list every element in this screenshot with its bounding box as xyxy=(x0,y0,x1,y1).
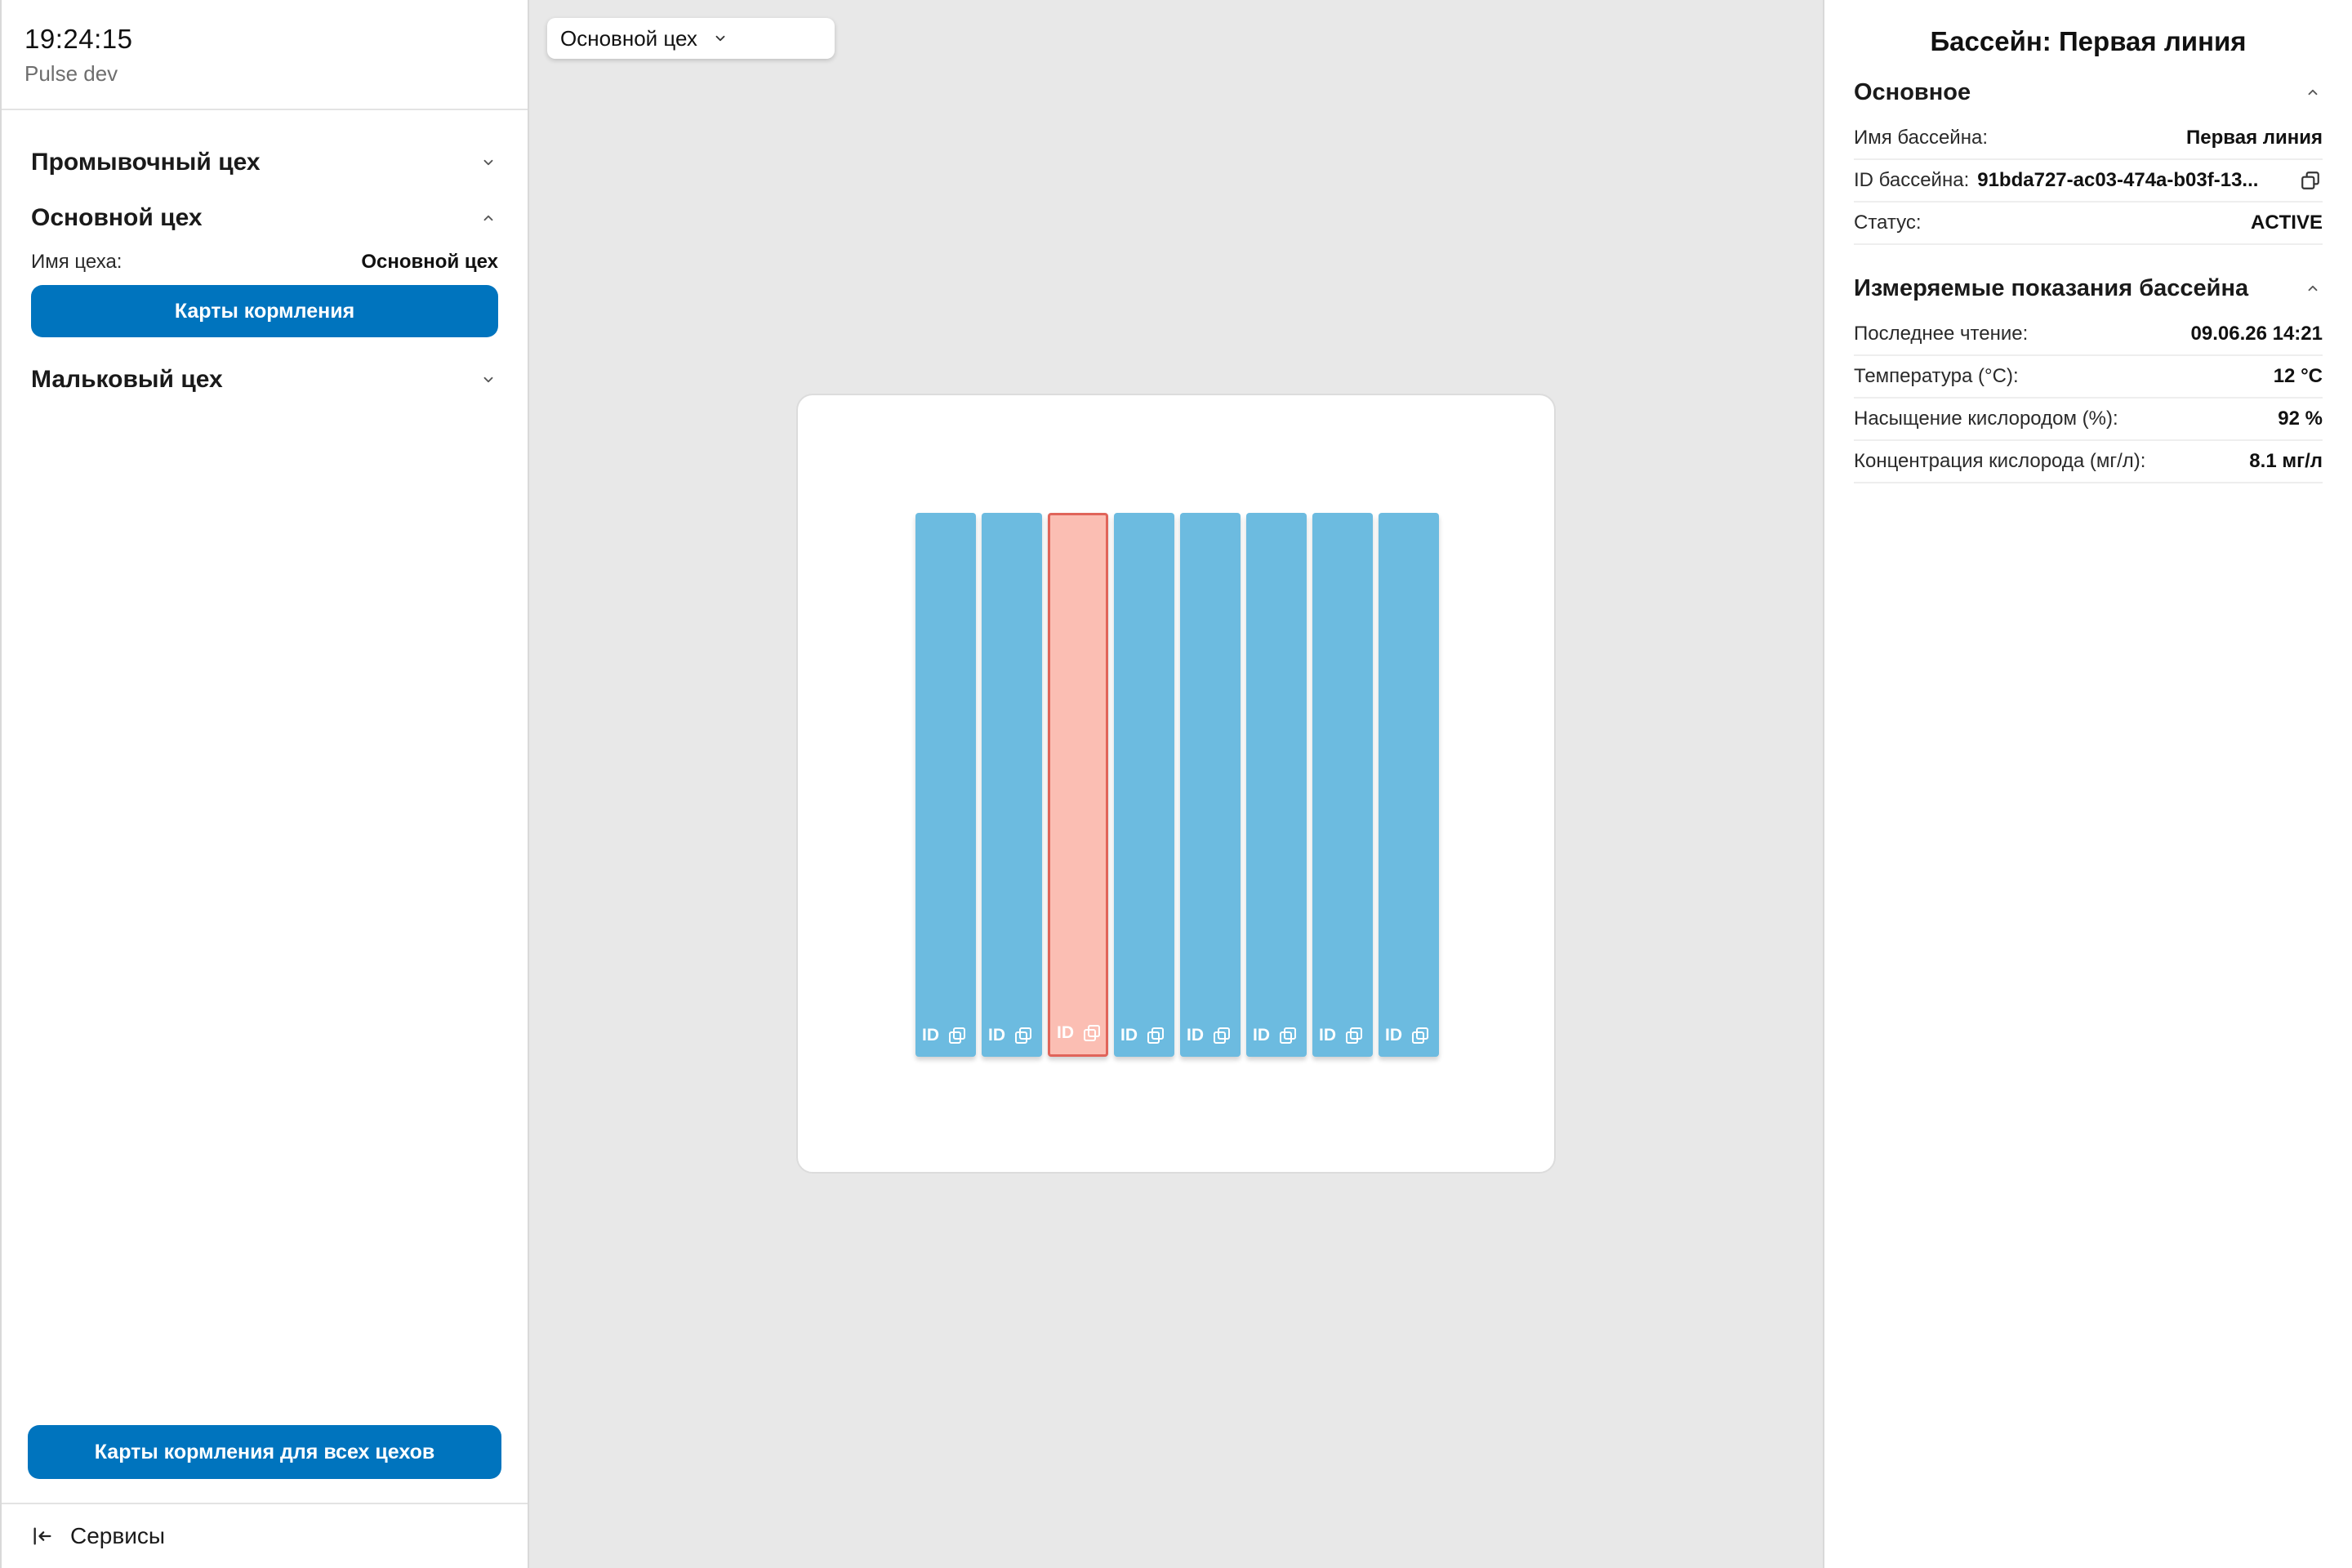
pool-id-row: ID бассейна: 91bda727-ac03-474a-b03f-13.… xyxy=(1854,160,2323,203)
section-title: Основной цех xyxy=(31,204,203,231)
pool-name-label: Имя бассейна: xyxy=(1854,127,1988,149)
chevron-down-icon xyxy=(479,370,498,390)
copy-icon xyxy=(1084,1025,1100,1041)
chevron-up-icon xyxy=(2303,278,2323,298)
pool-id-label: ID xyxy=(1319,1026,1336,1045)
section-washing-workshop[interactable]: Промывочный цех xyxy=(31,135,498,190)
pool-id-label: ID xyxy=(1187,1026,1204,1045)
pool-tile[interactable]: ID xyxy=(915,513,976,1057)
copy-icon xyxy=(1147,1027,1164,1044)
pool-board: ID ID ID ID ID ID ID ID xyxy=(796,394,1556,1174)
temperature-value: 12 °C xyxy=(2273,365,2323,387)
workshop-name-value: Основной цех xyxy=(361,251,498,273)
pool-tile[interactable]: ID xyxy=(982,513,1042,1057)
pool-tile-selected[interactable]: ID xyxy=(1048,513,1108,1057)
temperature-label: Температура (°C): xyxy=(1854,365,2019,387)
section-main-workshop[interactable]: Основной цех xyxy=(31,190,498,246)
pool-id[interactable]: ID xyxy=(1120,1026,1165,1045)
workshop-list: Промывочный цех Основной цех Имя цеха: О… xyxy=(2,110,528,408)
section-measurements-toggle[interactable]: Измеряемые показания бассейна xyxy=(1854,263,2323,314)
oxygen-concentration-row: Концентрация кислорода (мг/л): 8.1 мг/л xyxy=(1854,441,2323,483)
chevron-down-icon xyxy=(479,153,498,172)
pool-id[interactable]: ID xyxy=(1319,1026,1364,1045)
oxygen-concentration-label: Концентрация кислорода (мг/л): xyxy=(1854,450,2146,472)
copy-icon xyxy=(1346,1027,1362,1044)
pool-id-label: ID xyxy=(1120,1026,1138,1045)
pool-id-label: ID xyxy=(1057,1023,1074,1042)
pool-tile[interactable]: ID xyxy=(1246,513,1307,1057)
workshop-name-label: Имя цеха: xyxy=(31,251,122,273)
pool-details-panel: Бассейн: Первая линия Основное Имя бассе… xyxy=(1823,0,2352,1568)
temperature-row: Температура (°C): 12 °C xyxy=(1854,356,2323,399)
pool-status-value: ACTIVE xyxy=(2250,212,2323,234)
section-basic-title: Основное xyxy=(1854,78,1971,105)
section-title: Промывочный цех xyxy=(31,149,261,176)
pool-id[interactable]: ID xyxy=(988,1026,1033,1045)
pool-id[interactable]: ID xyxy=(1385,1026,1430,1045)
pool-tile[interactable]: ID xyxy=(1379,513,1439,1057)
section-basic-toggle[interactable]: Основное xyxy=(1854,67,2323,118)
chevron-up-icon xyxy=(479,208,498,228)
pool-id[interactable]: ID xyxy=(922,1026,967,1045)
pool-status-label: Статус: xyxy=(1854,212,1922,234)
pool-id-label: ID xyxy=(1253,1026,1270,1045)
services-label: Сервисы xyxy=(70,1523,166,1548)
all-feeding-maps-button[interactable]: Карты кормления для всех цехов xyxy=(28,1425,501,1479)
pool-id[interactable]: ID xyxy=(1057,1023,1102,1043)
chevron-down-icon xyxy=(710,29,730,48)
environment-label: Pulse dev xyxy=(24,61,118,86)
app-root: 19:24:15 Pulse dev Промывочный цех Основ… xyxy=(0,0,2352,1568)
pool-id-label: ID xyxy=(988,1026,1005,1045)
workshop-name-row: Имя цеха: Основной цех xyxy=(31,246,498,278)
pool-id-label: ID бассейна: xyxy=(1854,169,1970,191)
pool-tile[interactable]: ID xyxy=(1180,513,1241,1057)
section-title: Мальковый цех xyxy=(31,366,223,393)
chevron-up-icon xyxy=(2303,82,2323,102)
pool-id-label: ID xyxy=(1385,1026,1402,1045)
pool-status-row: Статус: ACTIVE xyxy=(1854,203,2323,245)
last-reading-label: Последнее чтение: xyxy=(1854,323,2029,345)
copy-icon[interactable] xyxy=(2300,169,2323,192)
pool-id-label: ID xyxy=(922,1026,939,1045)
oxygen-saturation-row: Насыщение кислородом (%): 92 % xyxy=(1854,399,2323,441)
oxygen-saturation-value: 92 % xyxy=(2278,408,2323,430)
pool-id[interactable]: ID xyxy=(1187,1026,1232,1045)
collapse-left-icon xyxy=(31,1525,54,1548)
section-fry-workshop[interactable]: Мальковый цех xyxy=(31,352,498,408)
pool-id[interactable]: ID xyxy=(1253,1026,1298,1045)
workshop-selector-value: Основной цех xyxy=(560,25,697,51)
feeding-maps-button[interactable]: Карты кормления xyxy=(31,285,498,337)
oxygen-saturation-label: Насыщение кислородом (%): xyxy=(1854,408,2118,430)
panel-title: Бассейн: Первая линия xyxy=(1930,26,2247,56)
last-reading-value: 09.06.26 14:21 xyxy=(2190,323,2323,345)
copy-icon xyxy=(1214,1027,1230,1044)
oxygen-concentration-value: 8.1 мг/л xyxy=(2249,450,2323,472)
copy-icon xyxy=(1280,1027,1296,1044)
copy-icon xyxy=(949,1027,965,1044)
services-link[interactable]: Сервисы xyxy=(2,1503,528,1568)
clock: 19:24:15 xyxy=(24,24,133,54)
sidebar: 19:24:15 Pulse dev Промывочный цех Основ… xyxy=(0,0,529,1568)
sidebar-header: 19:24:15 Pulse dev xyxy=(2,0,528,110)
workshop-selector[interactable]: Основной цех xyxy=(547,18,835,59)
pool-name-row: Имя бассейна: Первая линия xyxy=(1854,118,2323,160)
pool-tile[interactable]: ID xyxy=(1312,513,1373,1057)
pool-name-value: Первая линия xyxy=(2186,127,2323,149)
copy-icon xyxy=(1015,1027,1031,1044)
last-reading-row: Последнее чтение: 09.06.26 14:21 xyxy=(1854,314,2323,356)
section-measurements-title: Измеряемые показания бассейна xyxy=(1854,274,2249,301)
copy-icon xyxy=(1412,1027,1428,1044)
pool-id-value: 91bda727-ac03-474a-b03f-13... xyxy=(1977,169,2259,191)
pool-tile[interactable]: ID xyxy=(1114,513,1174,1057)
